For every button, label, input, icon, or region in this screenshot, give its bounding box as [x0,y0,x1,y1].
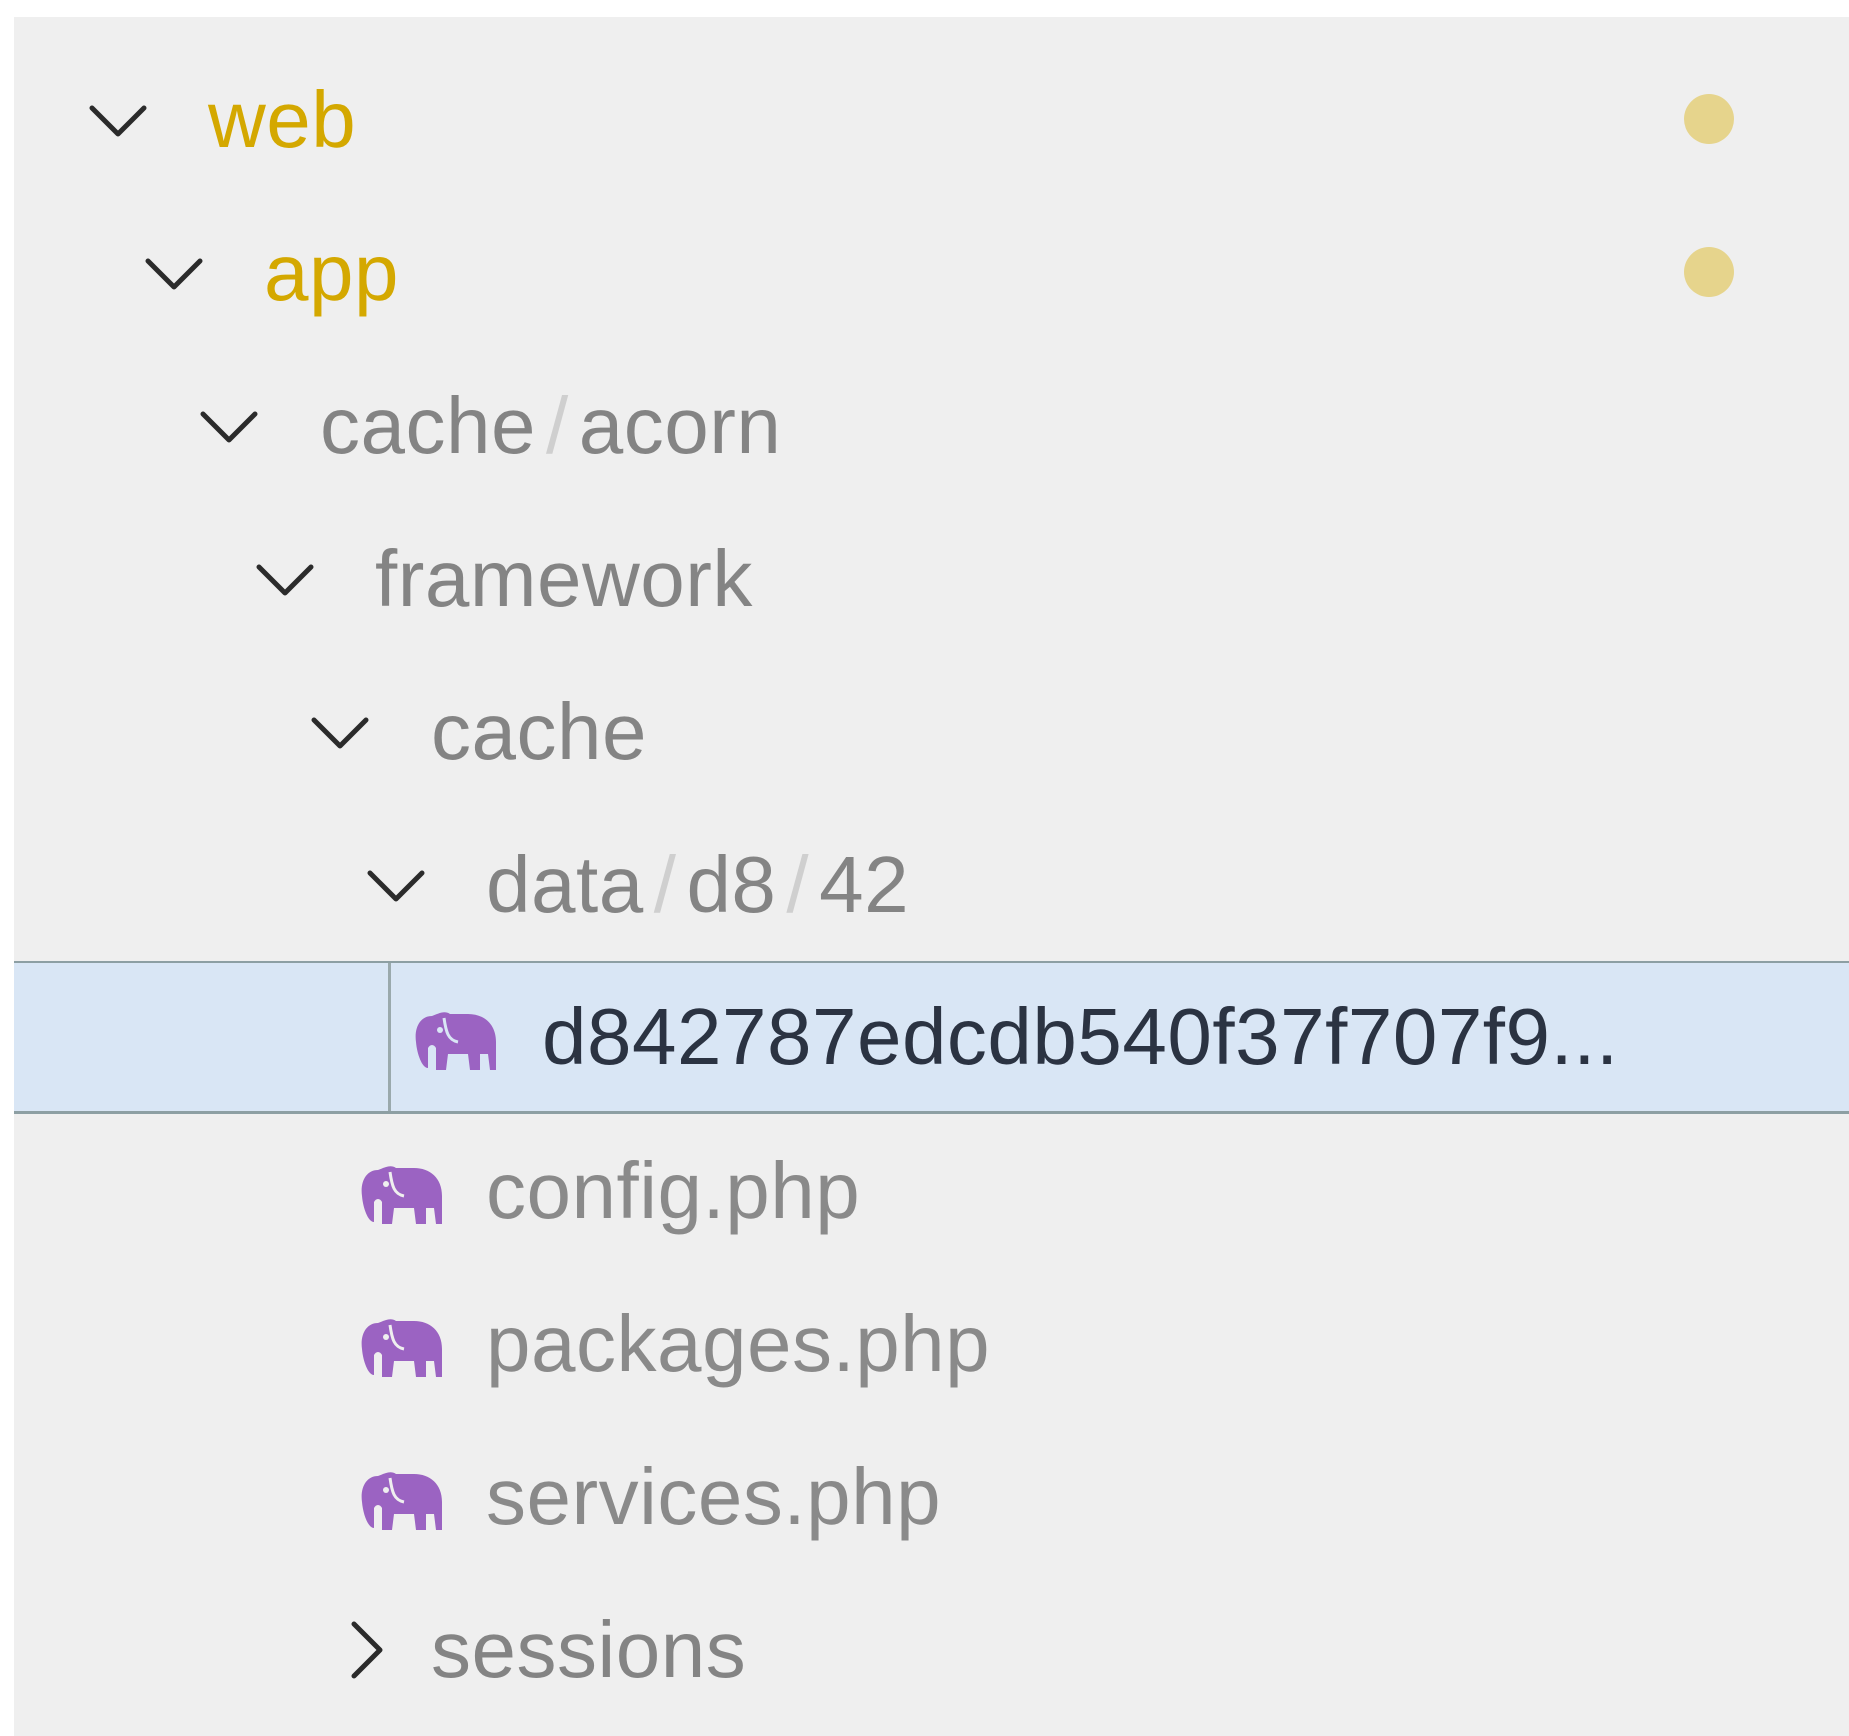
tree-item-label: services.php [486,1451,942,1541]
path-segment: acorn [578,380,782,470]
modified-dot-indicator [1684,94,1734,144]
path-separator: / [653,839,677,929]
path-segment: 42 [819,839,910,929]
elephant-icon [410,1002,498,1072]
tree-item-label: d842787edcdb540f37f707f9... [542,992,1619,1081]
tree-item-cache[interactable]: cache [14,655,1849,808]
elephant-icon [356,1462,444,1532]
chevron-down-icon[interactable] [86,88,150,152]
tree-item-label: cache / acorn [320,349,781,502]
chevron-down-icon[interactable] [142,241,206,305]
chevron-down-icon[interactable] [253,547,317,611]
tree-item-framework[interactable]: framework [14,502,1849,655]
tree-item-label: framework [375,533,753,623]
tree-item-packages-php[interactable]: packages.php [14,1267,1849,1420]
tree-item-selected-file[interactable]: d842787edcdb540f37f707f9... [14,961,1849,1114]
tree-item-label: data / d8/42 [486,808,909,961]
tree-item-label: web [208,74,357,164]
path-segment: cache [320,380,536,470]
tree-item-app[interactable]: app [14,196,1849,349]
path-separator: / [545,380,569,470]
chevron-down-icon[interactable] [364,853,428,917]
path-segment: data [486,839,644,929]
tree-item-label: config.php [486,1145,861,1235]
tree-item-label: sessions [431,1604,747,1694]
file-explorer-tree: web app cache / acorn framework cache da… [14,17,1849,1736]
elephant-icon [356,1309,444,1379]
tree-item-web[interactable]: web [14,43,1849,196]
chevron-down-icon[interactable] [197,394,261,458]
tree-item-config-php[interactable]: config.php [14,1114,1849,1267]
chevron-down-icon[interactable] [308,700,372,764]
path-segment: d8 [686,839,777,929]
modified-dot-indicator [1684,247,1734,297]
tree-item-label: app [264,227,399,317]
tree-item-sessions[interactable]: sessions [14,1573,1849,1726]
tree-item-label: packages.php [486,1298,991,1388]
tree-item-label: cache [431,686,647,776]
elephant-icon [356,1156,444,1226]
tree-item-data-d8-42[interactable]: data / d8/42 [14,808,1849,961]
tree-item-cache-acorn[interactable]: cache / acorn [14,349,1849,502]
indent-guide [388,963,391,1111]
chevron-right-icon[interactable] [334,1618,398,1682]
tree-item-services-php[interactable]: services.php [14,1420,1849,1573]
path-separator: / [786,839,810,929]
